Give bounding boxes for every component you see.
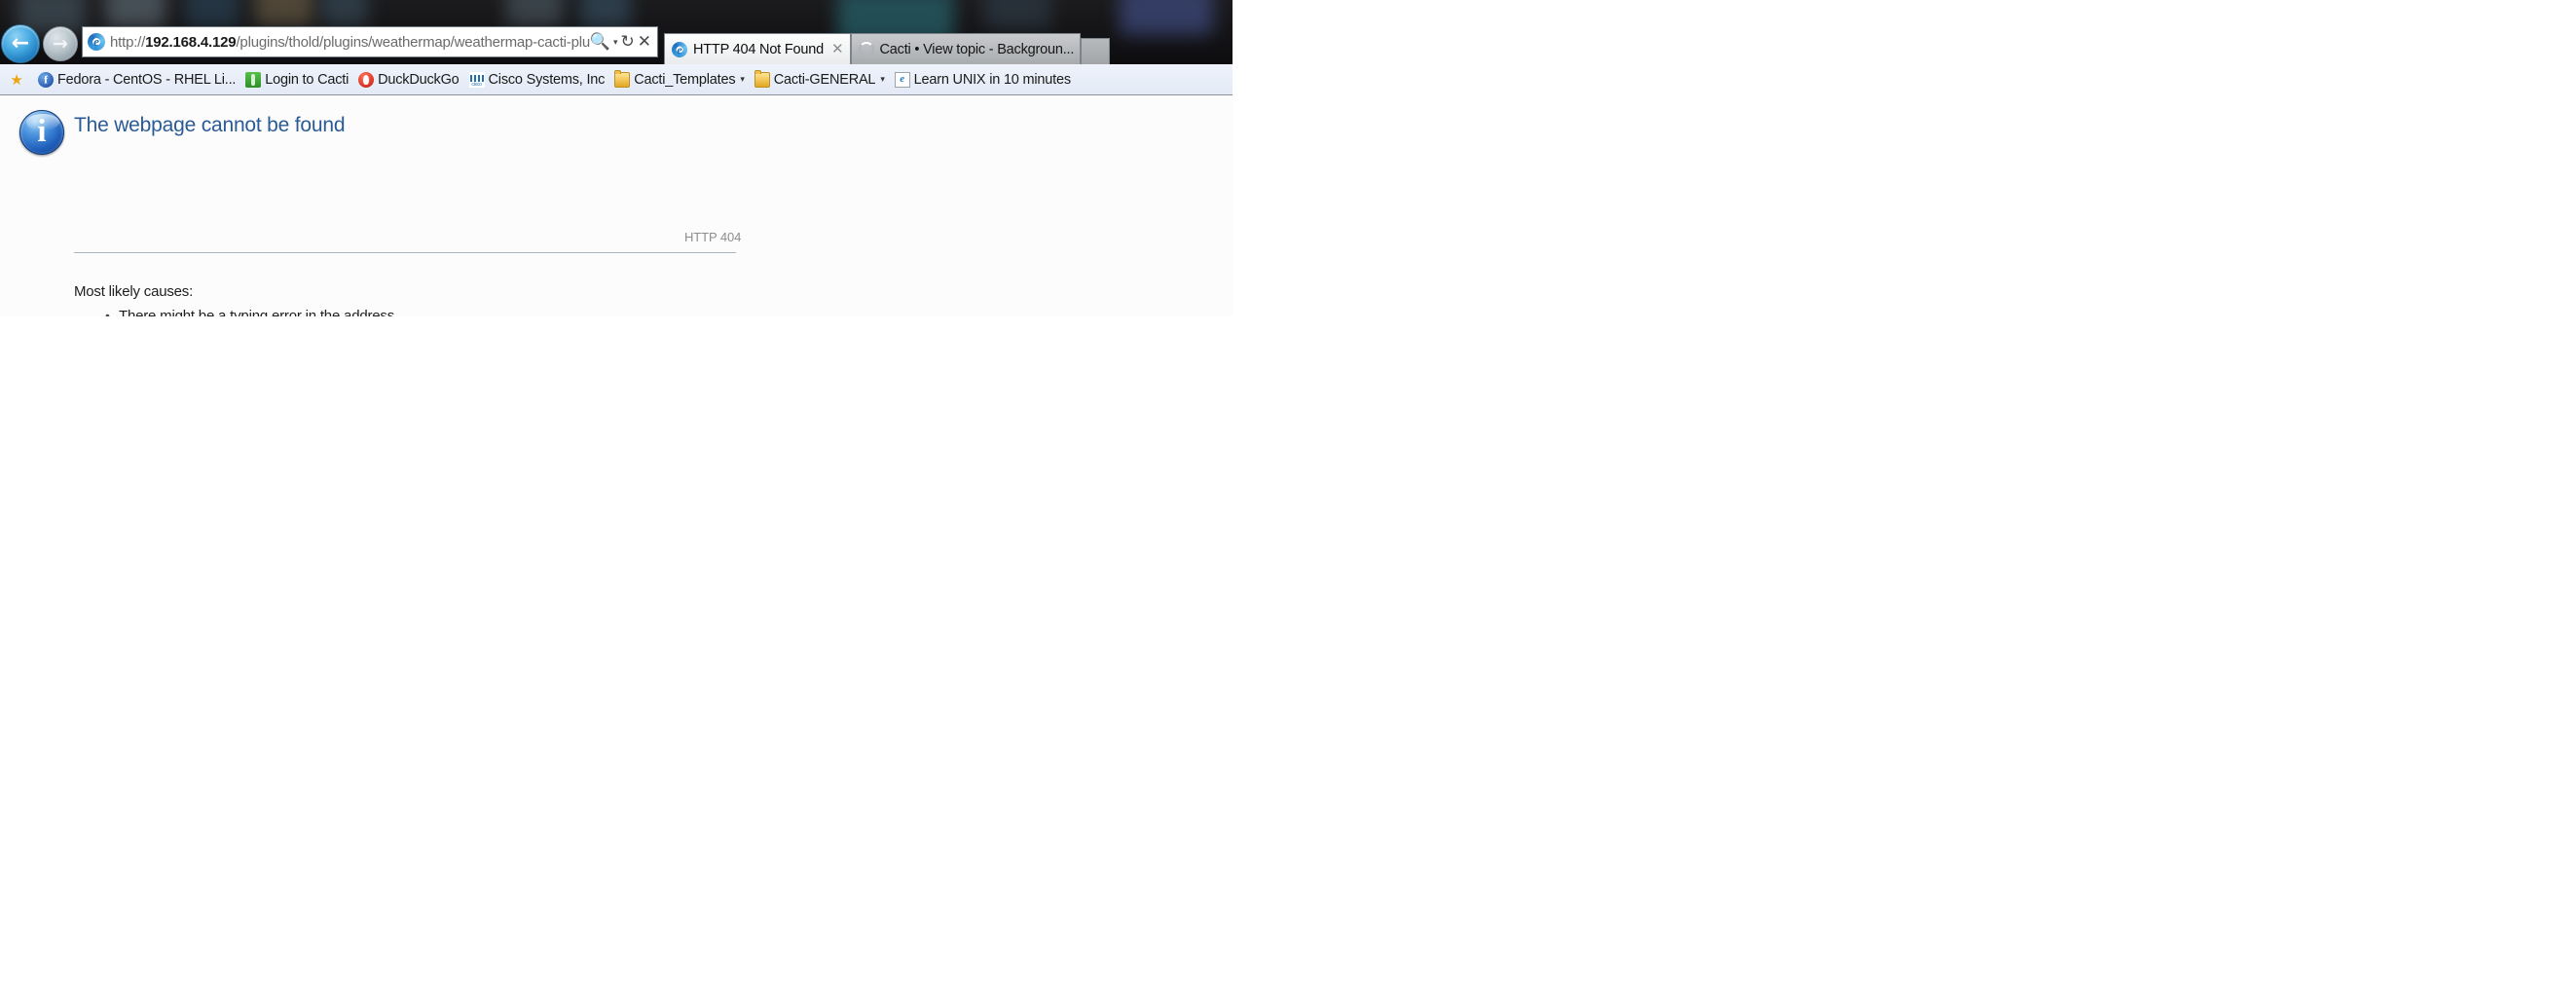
bookmark-label: Cacti-GENERAL bbox=[773, 71, 876, 88]
bookmark-learn-unix-in-10-minutes[interactable]: Learn UNIX in 10 minutes bbox=[890, 68, 1076, 92]
chevron-down-icon[interactable]: ▾ bbox=[740, 74, 745, 85]
browser-window: ← → http://192.168.4.129/plugins/thold/p… bbox=[0, 0, 1233, 316]
bookmark-login-to-cacti[interactable]: Login to Cacti bbox=[240, 68, 353, 92]
tab-label: Cacti • View topic - Backgroun... bbox=[879, 41, 1075, 57]
likely-causes-list: There might be a typing error in the add… bbox=[103, 305, 398, 316]
tab-strip: HTTP 404 Not Found ✕ Cacti • View topic … bbox=[664, 23, 1233, 64]
address-bar-tools: 🔍 ▾ ↻ ✕ bbox=[590, 33, 657, 51]
tab-http-404-not-found[interactable]: HTTP 404 Not Found ✕ bbox=[664, 33, 851, 64]
cacti-icon bbox=[245, 71, 262, 88]
bookmark-label: DuckDuckGo bbox=[378, 71, 460, 88]
star-icon: ★ bbox=[10, 70, 23, 89]
loading-spinner-icon bbox=[858, 41, 874, 57]
duckduckgo-icon bbox=[358, 71, 375, 88]
page-title: The webpage cannot be found bbox=[74, 114, 346, 136]
url-path: /plugins/thold/plugins/weathermap/weathe… bbox=[236, 33, 590, 51]
refresh-icon[interactable]: ↻ bbox=[621, 33, 635, 51]
forward-button[interactable]: → bbox=[43, 26, 78, 61]
chevron-down-icon[interactable]: ▾ bbox=[613, 37, 618, 48]
forward-arrow-icon: → bbox=[53, 32, 68, 55]
tab-cacti-view-topic[interactable]: Cacti • View topic - Backgroun... bbox=[850, 33, 1082, 64]
back-button[interactable]: ← bbox=[1, 24, 40, 63]
address-bar[interactable]: http://192.168.4.129/plugins/thold/plugi… bbox=[82, 26, 658, 57]
navigation-toolbar: ← → http://192.168.4.129/plugins/thold/p… bbox=[0, 23, 1233, 64]
page-content: i The webpage cannot be found HTTP 404 M… bbox=[0, 96, 1233, 316]
favorites-star-button[interactable]: ★ bbox=[4, 68, 33, 92]
chevron-down-icon[interactable]: ▾ bbox=[880, 74, 885, 85]
tab-label: HTTP 404 Not Found bbox=[693, 41, 824, 57]
information-icon-glyph: i bbox=[37, 113, 47, 149]
likely-causes-heading: Most likely causes: bbox=[74, 283, 194, 300]
bookmark-folder-cacti-templates[interactable]: Cacti_Templates ▾ bbox=[609, 68, 750, 92]
bookmark-label: Learn UNIX in 10 minutes bbox=[913, 71, 1071, 88]
ie-favicon-icon bbox=[672, 41, 687, 57]
bookmark-folder-cacti-general[interactable]: Cacti-GENERAL ▾ bbox=[750, 68, 890, 92]
close-icon[interactable]: ✕ bbox=[831, 42, 844, 56]
bookmark-label: Cisco Systems, Inc bbox=[488, 71, 606, 88]
search-icon[interactable]: 🔍 bbox=[590, 33, 610, 51]
bookmark-label: Cacti_Templates bbox=[634, 71, 736, 88]
internet-explorer-icon bbox=[88, 33, 105, 51]
folder-icon bbox=[754, 69, 770, 88]
back-arrow-icon: ← bbox=[11, 31, 30, 55]
http-status-code: HTTP 404 bbox=[684, 230, 742, 244]
fedora-icon bbox=[38, 71, 54, 88]
list-item: There might be a typing error in the add… bbox=[103, 305, 398, 316]
stop-icon[interactable]: ✕ bbox=[638, 33, 651, 51]
bookmark-cisco-systems[interactable]: Cisco Systems, Inc bbox=[464, 68, 610, 92]
url-scheme: http:// bbox=[110, 33, 146, 51]
document-icon bbox=[894, 71, 910, 88]
folder-icon bbox=[614, 69, 631, 88]
address-bar-url[interactable]: http://192.168.4.129/plugins/thold/plugi… bbox=[110, 34, 590, 51]
bookmark-fedora-centos-rhel[interactable]: Fedora - CentOS - RHEL Li... bbox=[33, 68, 240, 92]
information-icon: i bbox=[19, 110, 64, 155]
new-tab-button[interactable] bbox=[1081, 38, 1111, 64]
bookmark-duckduckgo[interactable]: DuckDuckGo bbox=[353, 68, 463, 92]
divider bbox=[74, 252, 736, 253]
bookmark-label: Fedora - CentOS - RHEL Li... bbox=[57, 71, 237, 88]
bookmark-label: Login to Cacti bbox=[265, 71, 350, 88]
favorites-bar: ★ Fedora - CentOS - RHEL Li... Login to … bbox=[0, 64, 1233, 95]
cisco-icon bbox=[468, 71, 485, 88]
url-host: 192.168.4.129 bbox=[145, 33, 237, 51]
